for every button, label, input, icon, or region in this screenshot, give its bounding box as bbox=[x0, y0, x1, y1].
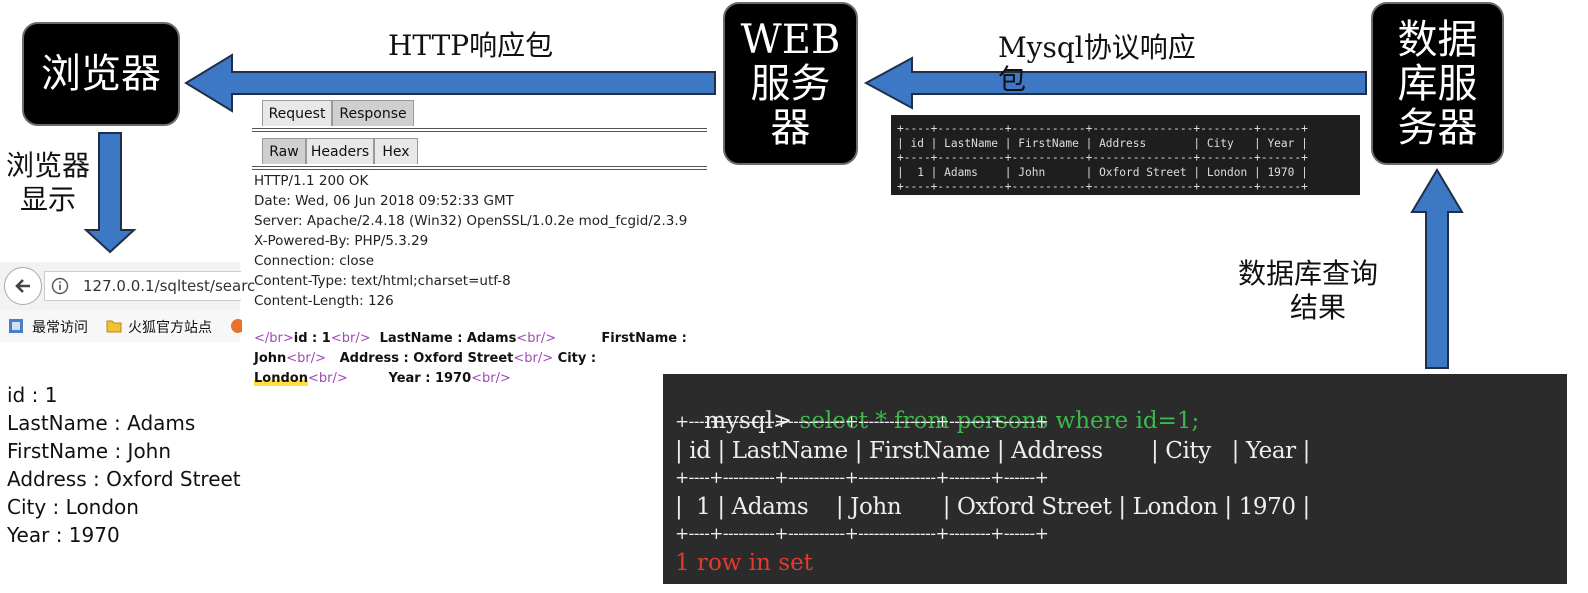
html-tag: <br/> bbox=[286, 351, 327, 366]
divider bbox=[252, 169, 707, 170]
tab-headers[interactable]: Headers bbox=[306, 138, 374, 164]
mysql-response-label-line1: Mysql协议响应 bbox=[998, 31, 1196, 64]
web-server-label-line3: 器 bbox=[770, 104, 811, 151]
body-text: Address : Oxford Street bbox=[326, 351, 514, 366]
html-tag: <br/> bbox=[307, 371, 348, 386]
divider bbox=[252, 166, 707, 167]
back-button[interactable] bbox=[4, 267, 42, 305]
web-server-label-line1: WEB bbox=[740, 16, 841, 63]
response-status-line: HTTP/1.1 200 OK bbox=[254, 173, 369, 189]
back-arrow-icon bbox=[15, 279, 30, 293]
query-result-label-line1: 数据库查询 bbox=[1238, 257, 1379, 290]
address-bar[interactable]: 127.0.0.1/sqltest/searc bbox=[44, 271, 255, 301]
body-text: LastName : Adams bbox=[370, 331, 517, 346]
db-server-label-line2: 库服 bbox=[1397, 60, 1478, 107]
divider bbox=[252, 128, 707, 129]
divider bbox=[252, 131, 707, 132]
query-result-label-line2: 结果 bbox=[1290, 291, 1347, 324]
http-response-panel: Request Response Raw Headers Hex HTTP/1.… bbox=[252, 98, 707, 398]
table-header-row: | id | LastName | FirstName | Address | … bbox=[897, 136, 1308, 150]
response-header-connection: Connection: close bbox=[254, 253, 374, 269]
browser-node-label: 浏览器 bbox=[41, 51, 161, 97]
console-row-count: 1 row in set bbox=[675, 550, 813, 576]
console-table-border: +----+----------+-----------+-----------… bbox=[675, 412, 1049, 432]
result-id: id : 1 bbox=[7, 383, 58, 407]
result-lastname: LastName : Adams bbox=[7, 411, 196, 435]
bookmarks-bar: 最常访问 火狐官方站点 bbox=[0, 310, 242, 342]
arrow-browser-display bbox=[83, 132, 137, 254]
db-server-label-line3: 务器 bbox=[1397, 104, 1478, 151]
arrow-mysql-response bbox=[863, 56, 1367, 110]
console-table-border: +----+----------+-----------+-----------… bbox=[675, 524, 1049, 544]
browser-node: 浏览器 bbox=[22, 22, 180, 126]
body-text: City : bbox=[553, 351, 597, 366]
mysql-response-label-line2: 包 bbox=[998, 63, 1027, 96]
body-text: id : 1 bbox=[293, 331, 331, 346]
db-server-label-line1: 数据 bbox=[1397, 16, 1478, 63]
web-server-node: WEB 服务 器 bbox=[723, 2, 858, 165]
response-body-line-2: John<br/> Address : Oxford Street<br/> C… bbox=[254, 351, 596, 366]
info-icon[interactable] bbox=[51, 277, 69, 295]
url-text: 127.0.0.1/sqltest/searc bbox=[83, 277, 256, 295]
html-tag: <br/> bbox=[330, 331, 371, 346]
console-table-border: +----+----------+-----------+-----------… bbox=[675, 468, 1049, 488]
top-tab-bar: Request Response bbox=[252, 98, 707, 128]
mysql-console: mysql> select * from persons where id=1;… bbox=[663, 374, 1567, 584]
response-header-date: Date: Wed, 06 Jun 2018 09:52:33 GMT bbox=[254, 193, 514, 209]
bookmark-page-icon bbox=[9, 319, 23, 333]
browser-display-label-line1: 浏览器 bbox=[6, 149, 91, 182]
result-year: Year : 1970 bbox=[7, 523, 120, 547]
result-city: City : London bbox=[7, 495, 139, 519]
db-server-node: 数据 库服 务器 bbox=[1371, 2, 1504, 165]
table-data-row: | 1 | Adams | John | Oxford Street | Lon… bbox=[897, 165, 1308, 179]
bookmark-firefox-site[interactable]: 火狐官方站点 bbox=[128, 317, 212, 337]
console-header-row: | id | LastName | FirstName | Address | … bbox=[675, 438, 1311, 464]
response-header-server: Server: Apache/2.4.18 (Win32) OpenSSL/1.… bbox=[254, 213, 688, 229]
table-border: +----+----------+-----------+-----------… bbox=[897, 122, 1308, 135]
http-response-label: HTTP响应包 bbox=[388, 29, 554, 62]
result-firstname: FirstName : John bbox=[7, 439, 172, 463]
response-body-line-3: London<br/> Year : 1970<br/> bbox=[254, 371, 511, 386]
table-border: +----+----------+-----------+-----------… bbox=[897, 151, 1308, 164]
arrow-query-result bbox=[1410, 168, 1464, 369]
body-text: Year : 1970 bbox=[347, 371, 472, 386]
tab-raw[interactable]: Raw bbox=[262, 138, 306, 164]
html-tag: <br/> bbox=[516, 331, 557, 346]
response-body-line-1: </br>id : 1<br/> LastName : Adams<br/> F… bbox=[254, 331, 687, 346]
browser-display-label-line2: 显示 bbox=[20, 183, 77, 216]
console-data-row: | 1 | Adams | John | Oxford Street | Lon… bbox=[675, 494, 1310, 520]
firefox-icon bbox=[231, 319, 242, 333]
tab-hex[interactable]: Hex bbox=[374, 138, 418, 164]
response-header-content-type: Content-Type: text/html;charset=utf-8 bbox=[254, 273, 511, 289]
body-text: John bbox=[254, 351, 287, 366]
html-tag: </br> bbox=[254, 331, 294, 346]
tab-request[interactable]: Request bbox=[262, 100, 332, 126]
tab-response[interactable]: Response bbox=[332, 100, 414, 126]
html-tag: <br/> bbox=[471, 371, 511, 386]
web-server-label-line2: 服务 bbox=[750, 60, 831, 107]
result-address: Address : Oxford Street bbox=[7, 467, 241, 491]
body-text-highlighted: London bbox=[254, 371, 308, 386]
table-border: +----+----------+-----------+-----------… bbox=[897, 180, 1308, 193]
sub-tab-bar: Raw Headers Hex bbox=[252, 136, 707, 166]
browser-toolbar: 127.0.0.1/sqltest/searc bbox=[0, 262, 255, 311]
bookmark-most-visited[interactable]: 最常访问 bbox=[32, 317, 88, 337]
html-tag: <br/> bbox=[513, 351, 554, 366]
response-header-content-length: Content-Length: 126 bbox=[254, 293, 394, 309]
response-header-powered-by: X-Powered-By: PHP/5.3.29 bbox=[254, 233, 429, 249]
folder-icon bbox=[106, 320, 122, 333]
body-text: FirstName : bbox=[556, 331, 687, 346]
mysql-response-table: +----+----------+-----------+-----------… bbox=[891, 115, 1360, 195]
